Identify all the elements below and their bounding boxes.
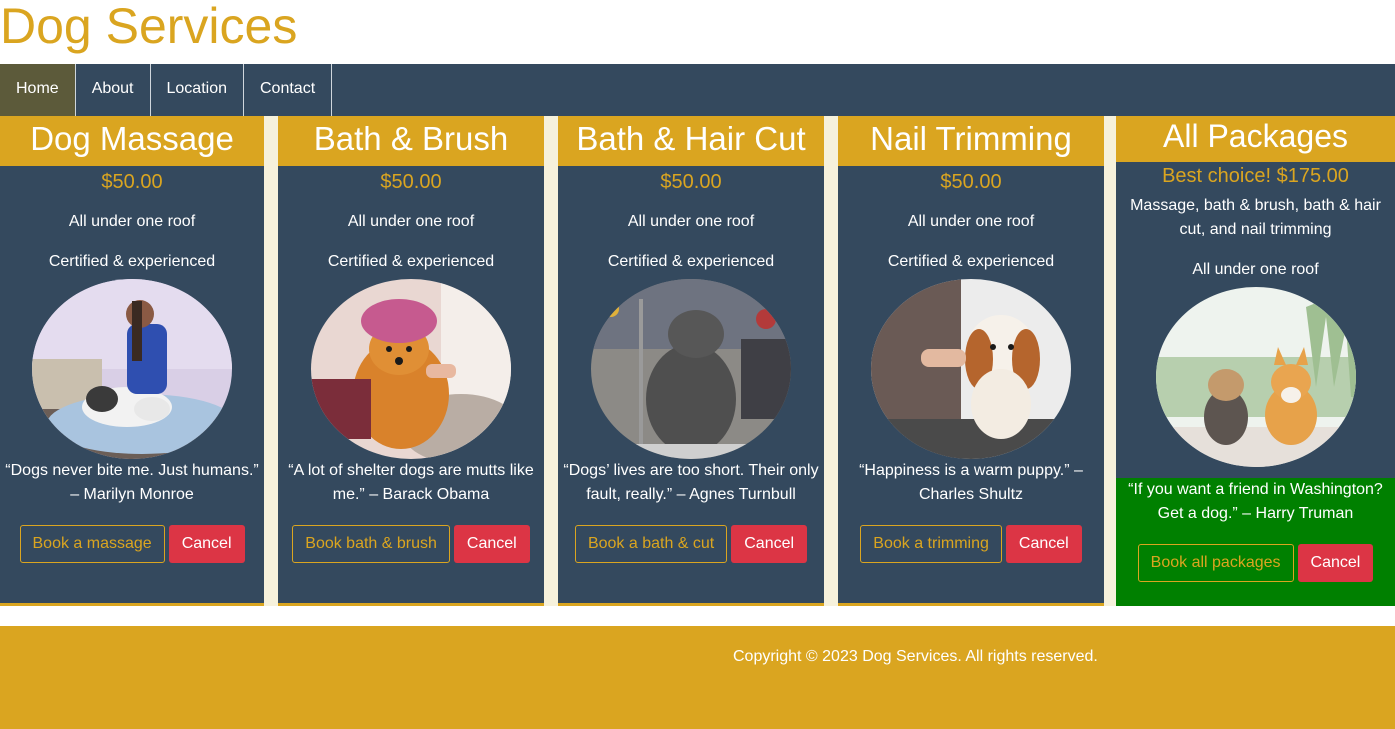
card-title: Dog Massage (0, 116, 264, 166)
cancel-button[interactable]: Cancel (1297, 544, 1374, 582)
site-footer: Copyright © 2023 Dog Services. All right… (0, 626, 1395, 729)
book-all-packages-button[interactable]: Book all packages (1137, 544, 1294, 582)
service-card-all-packages: All Packages Best choice! $175.00 Massag… (1116, 116, 1395, 606)
bath-haircut-photo (591, 279, 791, 459)
card-quote: “Dogs’ lives are too short. Their only f… (563, 462, 819, 503)
book-massage-button[interactable]: Book a massage (19, 525, 165, 563)
card-quote: “Happiness is a warm puppy.” – Charles S… (859, 462, 1083, 503)
card-price: $50.00 (101, 171, 163, 193)
card-title: Nail Trimming (838, 116, 1104, 166)
card-feature: All under one roof (907, 213, 1035, 230)
card-price: $50.00 (940, 171, 1002, 193)
service-card-bath-haircut: Bath & Hair Cut $50.00 All under one roo… (558, 116, 824, 606)
card-feature: All under one roof (1192, 261, 1319, 278)
card-feature: All under one roof (347, 213, 475, 230)
card-feature: Certified & experienced (607, 253, 775, 270)
card-feature: Certified & experienced (327, 253, 495, 270)
cancel-button[interactable]: Cancel (453, 525, 530, 563)
all-packages-photo (1155, 287, 1356, 467)
card-actions: Book bath & brush Cancel (278, 525, 544, 563)
card-feature: Certified & experienced (48, 253, 216, 270)
main-navbar: Home About Location Contact (0, 64, 1395, 116)
nail-trimming-photo (871, 279, 1071, 459)
service-card-bath-brush: Bath & Brush $50.00 All under one roof C… (278, 116, 544, 606)
service-card-nail-trimming: Nail Trimming $50.00 All under one roof … (838, 116, 1104, 606)
cancel-button[interactable]: Cancel (1005, 525, 1082, 563)
book-trimming-button[interactable]: Book a trimming (860, 525, 1002, 563)
book-bath-cut-button[interactable]: Book a bath & cut (574, 525, 728, 563)
bath-brush-photo (311, 279, 511, 459)
card-feature: All under one roof (68, 213, 196, 230)
card-price: Best choice! $175.00 (1162, 165, 1349, 187)
card-quote: “A lot of shelter dogs are mutts like me… (288, 462, 534, 503)
card-title: Bath & Brush (278, 116, 544, 166)
card-actions: Book a massage Cancel (0, 525, 264, 563)
service-card-massage: Dog Massage $50.00 All under one roof Ce… (0, 116, 264, 606)
card-price: $50.00 (660, 171, 722, 193)
card-quote: “Dogs never bite me. Just humans.” – Mar… (5, 462, 259, 503)
card-actions: Book all packages Cancel (1116, 544, 1395, 582)
cancel-button[interactable]: Cancel (168, 525, 245, 563)
cancel-button[interactable]: Cancel (731, 525, 808, 563)
card-title: All Packages (1116, 116, 1395, 162)
card-feature: Certified & experienced (887, 253, 1055, 270)
massage-photo (32, 279, 232, 459)
service-cards: Dog Massage $50.00 All under one roof Ce… (0, 116, 1395, 606)
copyright-text: Copyright © 2023 Dog Services. All right… (733, 648, 1098, 665)
card-actions: Book a bath & cut Cancel (558, 525, 824, 563)
nav-home[interactable]: Home (0, 64, 76, 116)
package-highlight: “If you want a friend in Washington? Get… (1116, 478, 1395, 606)
nav-contact[interactable]: Contact (244, 64, 333, 116)
nav-about[interactable]: About (76, 64, 151, 116)
nav-location[interactable]: Location (151, 64, 244, 116)
card-title: Bath & Hair Cut (558, 116, 824, 166)
book-bath-brush-button[interactable]: Book bath & brush (292, 525, 450, 563)
site-title: Dog Services (0, 0, 298, 54)
card-quote: “If you want a friend in Washington? Get… (1128, 481, 1383, 522)
card-actions: Book a trimming Cancel (838, 525, 1104, 563)
card-price: $50.00 (380, 171, 442, 193)
package-description: Massage, bath & brush, bath & hair cut, … (1130, 197, 1381, 238)
card-feature: All under one roof (627, 213, 755, 230)
